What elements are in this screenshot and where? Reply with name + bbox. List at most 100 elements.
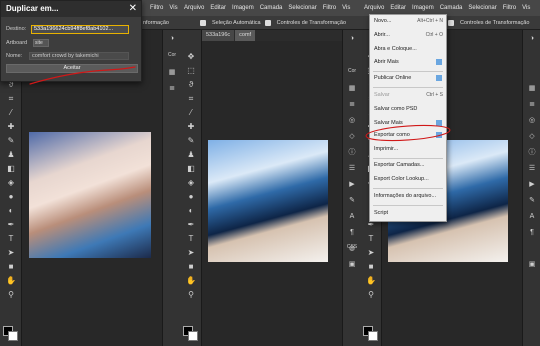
type-tool-icon[interactable]: T: [365, 234, 377, 244]
menu-camada[interactable]: Camada: [260, 5, 283, 11]
menu-camada[interactable]: Camada: [440, 5, 463, 11]
auto-select-checkbox[interactable]: [200, 19, 206, 26]
pen-tool-icon[interactable]: ✒: [5, 220, 17, 230]
pen-tool-icon[interactable]: ✒: [185, 220, 197, 230]
swatches-icon[interactable]: ▦: [167, 68, 177, 77]
brush-tool-icon[interactable]: ✎: [5, 136, 17, 146]
menu-arquivo[interactable]: Arquivo: [364, 5, 384, 11]
heal-tool-icon[interactable]: ✚: [185, 122, 197, 132]
shape-tool-icon[interactable]: ■: [365, 262, 377, 272]
menu-vis[interactable]: Vis: [522, 5, 530, 11]
destino-select[interactable]: 533a196624cb94ff8ef8ab4102...: [31, 25, 129, 34]
transform-controls-checkbox[interactable]: [448, 19, 454, 26]
layers-icon[interactable]: ≣: [527, 100, 537, 109]
character-icon[interactable]: A: [347, 212, 357, 221]
path-select-tool-icon[interactable]: ➤: [5, 248, 17, 258]
zoom-tool-icon[interactable]: ⚲: [365, 290, 377, 300]
hand-tool-icon[interactable]: ✋: [185, 276, 197, 286]
tab-document-1[interactable]: 533a196c: [202, 30, 235, 41]
dodge-tool-icon[interactable]: ◐: [5, 206, 17, 216]
crop-tool-icon[interactable]: ⌗: [185, 94, 197, 104]
character-icon[interactable]: A: [527, 212, 537, 221]
path-select-tool-icon[interactable]: ➤: [365, 248, 377, 258]
dodge-tool-icon[interactable]: ◐: [185, 206, 197, 216]
menu-vis[interactable]: Vis: [342, 5, 350, 11]
type-tool-icon[interactable]: T: [185, 234, 197, 244]
image-panel-icon[interactable]: ▣: [527, 260, 537, 269]
blur-tool-icon[interactable]: ●: [185, 192, 197, 202]
menu-filtro[interactable]: Filtro: [150, 5, 163, 11]
bucket-tool-icon[interactable]: ◈: [5, 178, 17, 188]
channels-icon[interactable]: ◎: [527, 116, 537, 125]
blur-tool-icon[interactable]: ●: [5, 192, 17, 202]
history-icon[interactable]: ◑: [347, 34, 357, 43]
channels-icon[interactable]: ◎: [347, 116, 357, 125]
menu-vis[interactable]: Vis: [169, 5, 177, 11]
hand-tool-icon[interactable]: ✋: [5, 276, 17, 286]
move-tool-icon[interactable]: ✥: [185, 52, 197, 62]
eraser-tool-icon[interactable]: ◧: [5, 164, 17, 174]
background-color-swatch[interactable]: [368, 331, 378, 341]
eyedropper-tool-icon[interactable]: ⁄: [185, 108, 197, 118]
transform-controls-checkbox[interactable]: [264, 19, 271, 26]
swatches-icon[interactable]: ▦: [527, 84, 537, 93]
image-panel-icon[interactable]: ▣: [347, 260, 357, 269]
menu-item-exportar-camadas[interactable]: Exportar Camadas...: [374, 161, 443, 170]
bucket-tool-icon[interactable]: ◈: [185, 178, 197, 188]
info-icon[interactable]: ⓘ: [347, 148, 357, 157]
menu-item-script[interactable]: Script: [374, 209, 443, 218]
menu-imagem[interactable]: Imagem: [412, 5, 434, 11]
paths-icon[interactable]: ◇: [347, 132, 357, 141]
zoom-tool-icon[interactable]: ⚲: [5, 290, 17, 300]
css-panel-label[interactable]: CSS: [345, 244, 359, 250]
background-color-swatch[interactable]: [8, 331, 18, 341]
shape-tool-icon[interactable]: ■: [185, 262, 197, 272]
menu-item-export-color-lookup[interactable]: Export Color Lookup...: [374, 175, 443, 184]
play-icon[interactable]: ▶: [527, 180, 537, 189]
zoom-tool-icon[interactable]: ⚲: [185, 290, 197, 300]
path-select-tool-icon[interactable]: ➤: [185, 248, 197, 258]
tab-document-2[interactable]: comf: [235, 30, 256, 41]
nome-input[interactable]: comfort crowd by takemichi: [29, 52, 129, 60]
heal-tool-icon[interactable]: ✚: [5, 122, 17, 132]
shape-tool-icon[interactable]: ■: [5, 262, 17, 272]
menu-item-imprimir[interactable]: Imprimir...: [374, 145, 443, 154]
play-icon[interactable]: ▶: [347, 180, 357, 189]
menu-item-salvar-mais[interactable]: Salvar Mais: [374, 119, 443, 128]
background-color-swatch[interactable]: [188, 331, 198, 341]
paths-icon[interactable]: ◇: [527, 132, 537, 141]
menu-item-abrir[interactable]: Abrir... Ctrl + O: [374, 31, 443, 40]
menu-item-exportar-como[interactable]: Exportar como: [374, 131, 443, 140]
menu-imagem[interactable]: Imagem: [232, 5, 254, 11]
history-icon[interactable]: ◑: [167, 34, 177, 43]
menu-item-informacoes-do-arquivo[interactable]: Informações do arquivo...: [374, 192, 443, 201]
layers-icon[interactable]: ≣: [347, 100, 357, 109]
color-panel-label[interactable]: Cor: [165, 52, 179, 58]
brush-settings-icon[interactable]: ✎: [347, 196, 357, 205]
crop-tool-icon[interactable]: ⌗: [5, 94, 17, 104]
color-panel-label[interactable]: Cor: [345, 68, 359, 74]
accept-button[interactable]: Aceitar: [6, 64, 138, 73]
type-tool-icon[interactable]: T: [5, 234, 17, 244]
menu-editar[interactable]: Editar: [390, 5, 406, 11]
stamp-tool-icon[interactable]: ♟: [185, 150, 197, 160]
menu-item-novo[interactable]: Novo... Alt+Ctrl + N: [374, 17, 443, 26]
artboard-select[interactable]: site: [33, 39, 49, 47]
menu-item-salvar[interactable]: Salvar Ctrl + S: [374, 91, 443, 100]
menu-selecionar[interactable]: Selecionar: [288, 5, 316, 11]
menu-arquivo[interactable]: Arquivo: [184, 5, 204, 11]
layers-icon[interactable]: ≣: [167, 84, 177, 93]
brush-tool-icon[interactable]: ✎: [185, 136, 197, 146]
properties-icon[interactable]: ☰: [347, 164, 357, 173]
close-icon[interactable]: ✕: [129, 3, 137, 15]
eyedropper-tool-icon[interactable]: ⁄: [5, 108, 17, 118]
swatches-icon[interactable]: ▦: [347, 84, 357, 93]
paragraph-icon[interactable]: ¶: [527, 228, 537, 237]
menu-filtro[interactable]: Filtro: [503, 5, 516, 11]
eraser-tool-icon[interactable]: ◧: [185, 164, 197, 174]
marquee-tool-icon[interactable]: ⬚: [185, 66, 197, 76]
properties-icon[interactable]: ☰: [527, 164, 537, 173]
info-icon[interactable]: ⓘ: [527, 148, 537, 157]
menu-item-salvar-como-psd[interactable]: Salvar como PSD: [374, 105, 443, 114]
menu-item-abra-e-coloque[interactable]: Abra e Coloque...: [374, 45, 443, 54]
